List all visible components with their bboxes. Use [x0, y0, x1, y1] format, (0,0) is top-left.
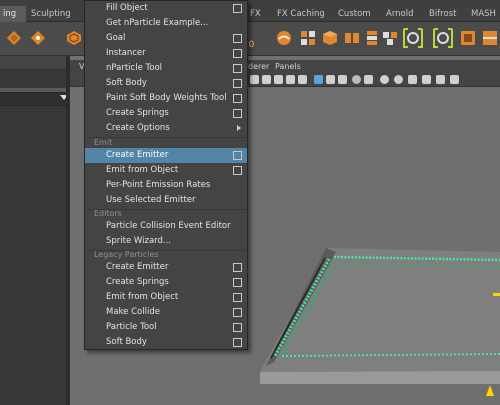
cache-options-icon[interactable]	[482, 30, 498, 46]
submenu-arrow-icon	[237, 125, 241, 131]
hud-icon[interactable]	[422, 75, 431, 84]
option-box-icon[interactable]	[233, 109, 242, 118]
shadows-icon[interactable]	[364, 75, 373, 84]
isolate-icon[interactable]	[326, 75, 335, 84]
option-box-icon[interactable]	[233, 293, 242, 302]
menu-item-fill-object[interactable]: Fill Object	[85, 1, 247, 16]
menu-item-use-selected-emitter[interactable]: Use Selected Emitter	[85, 193, 247, 208]
shelf-tab-arnold[interactable]: Arnold	[383, 6, 417, 22]
menu-item-create-emitter[interactable]: Create Emitter	[85, 148, 247, 163]
outliner-header	[0, 56, 70, 70]
shelf-tab-mash[interactable]: MASH	[468, 6, 499, 22]
motion-blur-icon[interactable]	[394, 75, 403, 84]
menu-item-nparticle-tool[interactable]: nParticle Tool	[85, 61, 247, 76]
polygon-sphere-icon[interactable]	[66, 30, 82, 46]
ik-handle-icon[interactable]	[30, 30, 46, 46]
menu-item-legacy-create-springs[interactable]: Create Springs	[85, 275, 247, 290]
option-box-icon[interactable]	[233, 94, 242, 103]
viewport-menu-panels[interactable]: Panels	[275, 62, 301, 71]
textured-icon[interactable]	[286, 75, 295, 84]
outliner-panel	[0, 56, 70, 405]
fluid-icon[interactable]	[276, 30, 292, 46]
ao-icon[interactable]	[380, 75, 389, 84]
wireframe-icon[interactable]	[262, 75, 271, 84]
option-box-icon[interactable]	[233, 49, 242, 58]
cache-create-icon[interactable]	[402, 27, 424, 49]
menu-item-legacy-soft-body[interactable]: Soft Body	[85, 335, 247, 350]
menu-item-legacy-make-collide[interactable]: Make Collide	[85, 305, 247, 320]
menu-item-paint-soft-body-weights[interactable]: Paint Soft Body Weights Tool	[85, 91, 247, 106]
stack-icon[interactable]	[364, 30, 380, 46]
menu-item-soft-body[interactable]: Soft Body	[85, 76, 247, 91]
viewport-menu-renderer[interactable]: derer	[248, 62, 269, 71]
menu-item-instancer[interactable]: Instancer	[85, 46, 247, 61]
color-mgmt-icon[interactable]	[450, 75, 459, 84]
menu-item-create-options[interactable]: Create Options	[85, 121, 247, 136]
option-box-icon[interactable]	[233, 64, 242, 73]
option-box-icon[interactable]	[233, 4, 242, 13]
shelf-tab-sculpting[interactable]: Sculpting	[28, 6, 74, 22]
shelf-tab-fx[interactable]: FX	[247, 6, 264, 22]
menu-item-legacy-emit-from-object[interactable]: Emit from Object	[85, 290, 247, 305]
menu-item-get-nparticle-example[interactable]: Get nParticle Example...	[85, 16, 247, 31]
option-box-icon[interactable]	[233, 263, 242, 272]
shelf-tab-bifrost[interactable]: Bifrost	[426, 6, 459, 22]
shelf-tab-rigging[interactable]: ing	[0, 6, 26, 22]
shelf-tab-bar: ing Sculpting FX FX Caching Custom Arnol…	[0, 0, 500, 22]
cache-replace-icon[interactable]	[432, 27, 454, 49]
option-box-icon[interactable]	[233, 308, 242, 317]
shelf-icon-bar: 0.0	[0, 22, 500, 56]
manipulator-marker[interactable]	[493, 293, 500, 296]
sphere-icon[interactable]	[352, 75, 361, 84]
option-box-icon[interactable]	[233, 338, 242, 347]
menu-item-legacy-create-emitter[interactable]: Create Emitter	[85, 260, 247, 275]
ground-plane-edge	[260, 371, 500, 384]
axis-marker[interactable]	[486, 385, 494, 396]
option-box-icon[interactable]	[233, 34, 242, 43]
outliner-filter-field[interactable]	[0, 92, 70, 106]
joint-tool-icon[interactable]	[6, 30, 22, 46]
cache-delete-icon[interactable]	[460, 30, 476, 46]
grid-icon[interactable]	[300, 30, 316, 46]
option-box-icon[interactable]	[233, 166, 242, 175]
menu-item-legacy-particle-tool[interactable]: Particle Tool	[85, 320, 247, 335]
option-box-icon[interactable]	[233, 151, 242, 160]
grid-toggle-icon[interactable]	[250, 75, 259, 84]
menu-item-emit-from-object[interactable]: Emit from Object	[85, 163, 247, 178]
xray-icon[interactable]	[338, 75, 347, 84]
gate-icon[interactable]	[436, 75, 445, 84]
shaded-icon[interactable]	[274, 75, 283, 84]
nparticles-menu: Fill Object Get nParticle Example... Goa…	[84, 0, 248, 350]
aa-icon[interactable]	[408, 75, 417, 84]
box-group-icon[interactable]	[344, 30, 360, 46]
menu-item-particle-collision-event-editor[interactable]: Particle Collision Event Editor	[85, 219, 247, 234]
menu-item-goal[interactable]: Goal	[85, 31, 247, 46]
cubes-icon[interactable]	[382, 30, 398, 46]
shelf-tab-custom[interactable]: Custom	[335, 6, 374, 22]
menu-item-sprite-wizard[interactable]: Sprite Wizard...	[85, 234, 247, 249]
option-box-icon[interactable]	[233, 278, 242, 287]
camera-icon[interactable]	[314, 75, 323, 84]
lights-icon[interactable]	[298, 75, 307, 84]
option-box-icon[interactable]	[233, 79, 242, 88]
menu-item-per-point-emission-rates[interactable]: Per-Point Emission Rates	[85, 178, 247, 193]
shelf-tab-fx-caching[interactable]: FX Caching	[274, 6, 328, 22]
option-box-icon[interactable]	[233, 323, 242, 332]
menu-item-create-springs[interactable]: Create Springs	[85, 106, 247, 121]
cube-icon[interactable]	[322, 30, 338, 46]
